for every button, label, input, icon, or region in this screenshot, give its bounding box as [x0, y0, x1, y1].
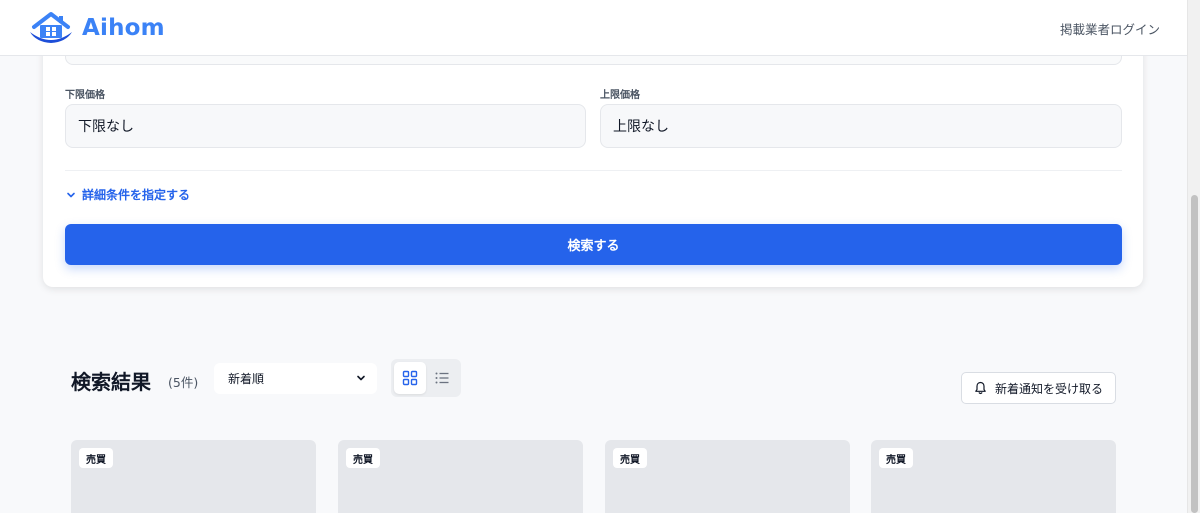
list-icon: [435, 372, 449, 384]
page-scrollbar[interactable]: [1187, 0, 1200, 513]
results-title: 検索結果: [71, 370, 151, 394]
logo[interactable]: Aihom: [26, 8, 165, 48]
new-arrival-notify-button[interactable]: 新着通知を受け取る: [961, 372, 1116, 404]
scrollbar-thumb[interactable]: [1191, 195, 1198, 513]
property-card[interactable]: 売買: [338, 440, 583, 513]
search-button-label: 検索する: [567, 239, 620, 254]
deal-type-badge: 売買: [79, 448, 113, 468]
deal-type-badge: 売買: [346, 448, 380, 468]
max-price-label: 上限価格: [600, 90, 640, 101]
min-price-value: 下限なし: [78, 119, 134, 135]
logo-text: Aihom: [82, 15, 165, 41]
view-toggle: [391, 359, 461, 397]
deal-type-badge: 売買: [613, 448, 647, 468]
sort-selected-value: 新着順: [228, 372, 265, 386]
min-price-select[interactable]: 下限なし: [65, 104, 586, 148]
deal-type-badge: 売買: [879, 448, 913, 468]
max-price-value: 上限なし: [613, 119, 669, 135]
min-price-label: 下限価格: [65, 90, 105, 101]
advanced-search-toggle[interactable]: 詳細条件を指定する: [66, 186, 190, 203]
page: Aihom 掲載業者ログイン 下限価格 下限なし 上限価格 上限なし 詳細条件を…: [0, 0, 1200, 513]
agent-login-link[interactable]: 掲載業者ログイン: [1060, 19, 1160, 38]
divider: [65, 170, 1122, 171]
property-card[interactable]: 売買: [71, 440, 316, 513]
max-price-select[interactable]: 上限なし: [600, 104, 1122, 148]
house-logo-icon: [30, 12, 72, 43]
property-card[interactable]: 売買: [871, 440, 1116, 513]
search-button[interactable]: 検索する: [65, 224, 1122, 265]
sort-select[interactable]: 新着順: [214, 363, 377, 394]
advanced-search-label: 詳細条件を指定する: [82, 188, 191, 202]
site-header: Aihom 掲載業者ログイン: [0, 0, 1187, 56]
results-count: (5件): [168, 375, 199, 390]
chevron-down-icon: [357, 375, 365, 381]
bell-icon: [975, 381, 986, 395]
grid-icon: [402, 370, 418, 386]
list-view-button[interactable]: [426, 362, 458, 394]
chevron-down-icon: [67, 192, 75, 197]
grid-view-button[interactable]: [394, 362, 426, 394]
notify-button-label: 新着通知を受け取る: [994, 381, 1103, 396]
property-card[interactable]: 売買: [605, 440, 850, 513]
